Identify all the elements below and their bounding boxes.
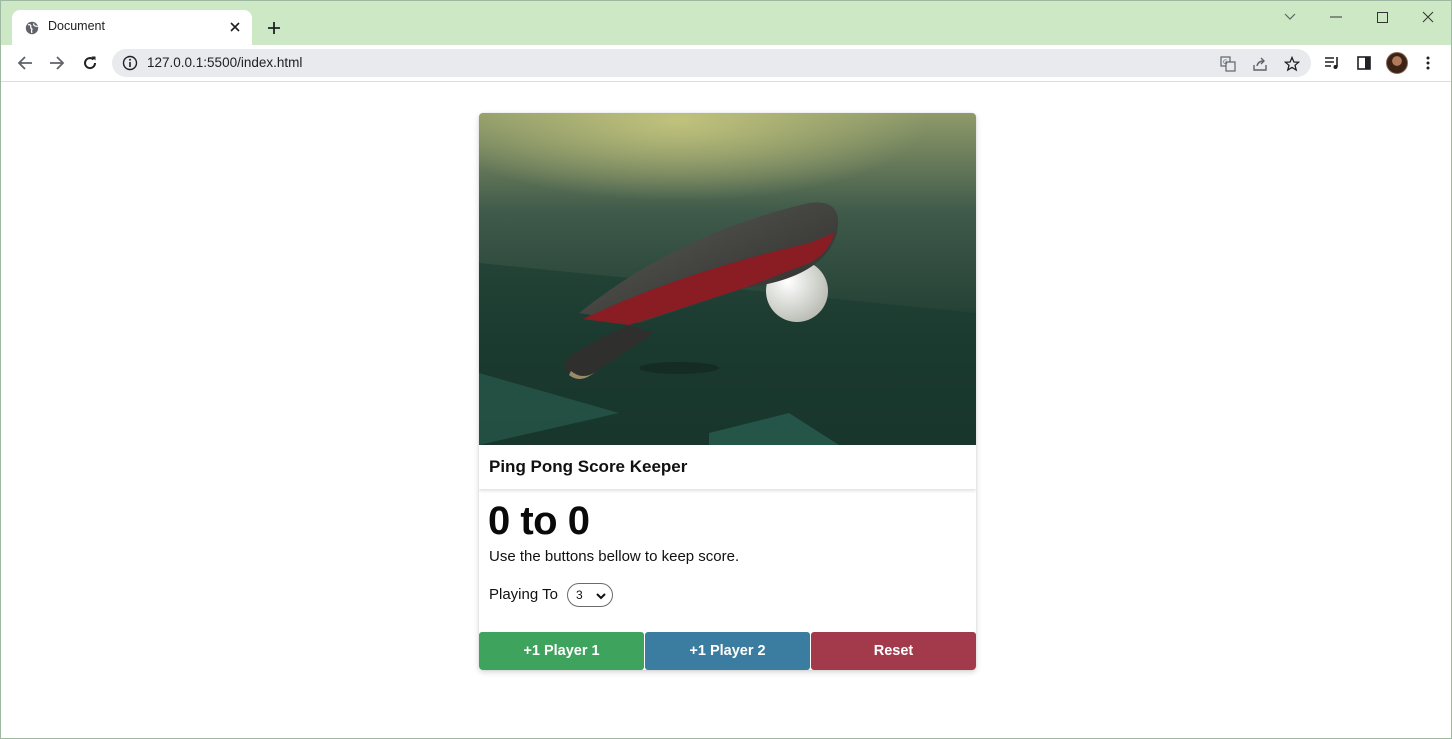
profile-avatar[interactable] <box>1386 52 1408 74</box>
info-icon[interactable] <box>122 55 138 71</box>
svg-text:G: G <box>1223 59 1228 66</box>
score-keeper-card: Ping Pong Score Keeper 0 to 0 Use the bu… <box>479 113 976 670</box>
back-arrow-icon[interactable] <box>14 52 36 74</box>
playing-to-value: 3 <box>576 588 583 602</box>
player2-add-button[interactable]: +1 Player 2 <box>645 632 810 670</box>
player1-add-button[interactable]: +1 Player 1 <box>479 632 644 670</box>
side-panel-icon[interactable] <box>1354 53 1374 73</box>
reading-list-icon[interactable] <box>1322 53 1342 73</box>
reload-icon[interactable] <box>79 52 101 74</box>
minimize-button[interactable] <box>1324 7 1348 27</box>
page-content: Ping Pong Score Keeper 0 to 0 Use the bu… <box>1 83 1451 738</box>
playing-to-label: Playing To <box>489 586 558 603</box>
close-icon[interactable] <box>226 18 244 36</box>
reset-button[interactable]: Reset <box>811 632 976 670</box>
card-header: Ping Pong Score Keeper <box>479 445 976 489</box>
close-window-button[interactable] <box>1416 7 1440 27</box>
more-menu-icon[interactable] <box>1418 53 1438 73</box>
score-display: 0 to 0 <box>488 499 590 543</box>
chevron-down-icon[interactable] <box>1278 7 1302 27</box>
tab-title: Document <box>48 19 105 33</box>
instructions-text: Use the buttons bellow to keep score. <box>489 548 740 565</box>
address-bar[interactable]: 127.0.0.1:5500/index.html G <box>112 49 1311 77</box>
url-text[interactable]: 127.0.0.1:5500/index.html <box>147 55 302 70</box>
tab-document[interactable]: Document <box>12 10 252 45</box>
ping-pong-paddle-image <box>479 113 976 445</box>
playing-to-select[interactable]: 3 <box>567 583 613 607</box>
translate-icon[interactable]: G <box>1219 55 1237 73</box>
new-tab-button[interactable] <box>264 18 284 38</box>
share-icon[interactable] <box>1251 55 1269 73</box>
tab-strip: Document <box>1 1 1451 45</box>
browser-window: Document 127.0.0.1:5500/index.html G Pin… <box>0 0 1452 739</box>
browser-toolbar: 127.0.0.1:5500/index.html G <box>1 45 1451 82</box>
maximize-button[interactable] <box>1370 7 1394 27</box>
globe-icon <box>25 21 39 35</box>
forward-arrow-icon[interactable] <box>46 52 68 74</box>
card-title: Ping Pong Score Keeper <box>489 457 688 476</box>
star-icon[interactable] <box>1283 55 1301 73</box>
chevron-down-icon <box>596 590 606 600</box>
